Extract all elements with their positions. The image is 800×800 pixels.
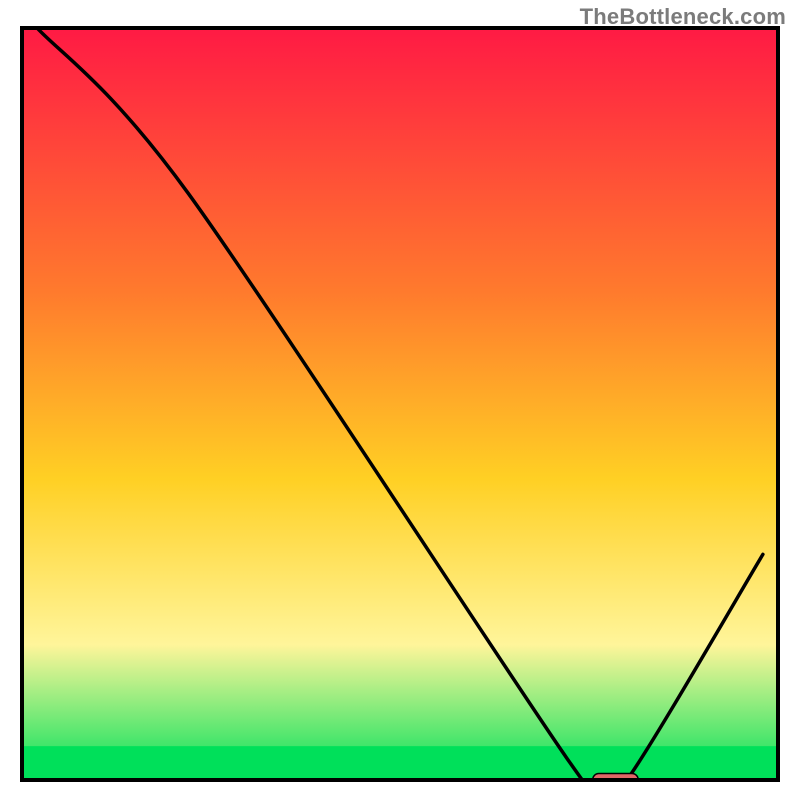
bottleneck-chart xyxy=(0,0,800,800)
watermark-text: TheBottleneck.com xyxy=(580,4,786,30)
green-baseline-band xyxy=(22,746,778,780)
chart-background xyxy=(22,28,778,780)
chart-container: TheBottleneck.com xyxy=(0,0,800,800)
